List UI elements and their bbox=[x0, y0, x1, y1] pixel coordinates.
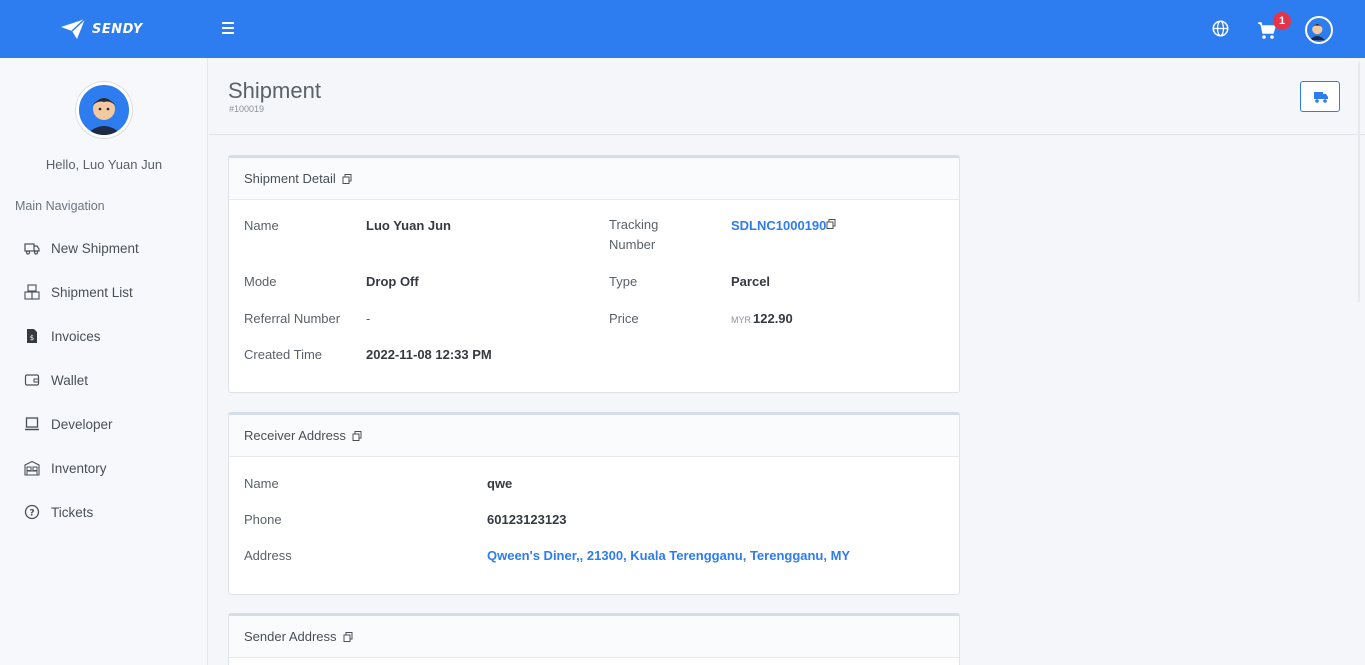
created-time-label: Created Time bbox=[244, 347, 323, 362]
type-value: Parcel bbox=[731, 274, 771, 289]
brand-logo[interactable]: SENDY bbox=[60, 18, 143, 40]
shipment-detail-card: Shipment Detail Name Luo Yuan Jun Tracki… bbox=[228, 155, 960, 393]
sidebar-item-shipment-list[interactable]: Shipment List bbox=[0, 270, 208, 314]
receiver-name-label: Name bbox=[244, 476, 279, 491]
cart-count-badge: 1 bbox=[1273, 12, 1291, 30]
menu-toggle-icon[interactable] bbox=[222, 22, 234, 34]
card-title: Shipment Detail bbox=[244, 171, 336, 186]
currency-code: MYR bbox=[731, 315, 751, 325]
price-amount: 122.90 bbox=[753, 311, 793, 326]
sidebar-item-developer[interactable]: Developer bbox=[0, 402, 208, 446]
svg-text:?: ? bbox=[29, 509, 34, 519]
sidebar-item-tickets[interactable]: ? Tickets bbox=[0, 490, 208, 534]
name-label: Name bbox=[244, 218, 279, 233]
wallet-icon bbox=[24, 374, 40, 386]
sidebar-item-label: Tickets bbox=[51, 504, 94, 520]
mode-label: Mode bbox=[244, 274, 277, 289]
receiver-address-link[interactable]: Qween's Diner,, 21300, Kuala Terengganu,… bbox=[487, 548, 850, 563]
card-header: Receiver Address bbox=[229, 415, 959, 457]
track-shipment-button[interactable] bbox=[1300, 81, 1340, 112]
sidebar-item-label: New Shipment bbox=[51, 240, 139, 256]
warehouse-icon bbox=[24, 460, 40, 476]
shipment-id: #100019 bbox=[229, 104, 265, 114]
copy-icon[interactable] bbox=[352, 430, 362, 441]
sidebar-item-new-shipment[interactable]: New Shipment bbox=[0, 226, 208, 270]
card-header: Shipment Detail bbox=[229, 158, 959, 200]
brand-name: SENDY bbox=[92, 21, 143, 37]
type-label: Type bbox=[609, 274, 638, 289]
receiver-name-value: qwe bbox=[487, 476, 513, 491]
sidebar-item-label: Shipment List bbox=[51, 284, 133, 300]
shipping-truck-icon bbox=[1314, 92, 1328, 103]
user-avatar[interactable] bbox=[1305, 16, 1333, 44]
scrollbar[interactable] bbox=[1358, 62, 1360, 302]
sidebar-item-inventory[interactable]: Inventory bbox=[0, 446, 208, 490]
created-time-value: 2022-11-08 12:33 PM bbox=[366, 347, 492, 362]
receiver-phone-label: Phone bbox=[244, 512, 282, 527]
sidebar-item-label: Inventory bbox=[51, 460, 107, 476]
invoice-icon: $ bbox=[27, 329, 37, 343]
referral-value: - bbox=[366, 311, 371, 326]
tracking-number-link[interactable]: SDLNC1000190 bbox=[731, 218, 826, 233]
tracking-number-label: Tracking Number bbox=[609, 217, 659, 252]
profile-avatar[interactable] bbox=[76, 82, 132, 138]
boxes-icon bbox=[24, 284, 40, 300]
globe-icon[interactable] bbox=[1212, 20, 1229, 37]
sidebar: Hello, Luo Yuan Jun Main Navigation New … bbox=[0, 58, 208, 665]
paper-plane-icon bbox=[61, 18, 86, 39]
card-title: Receiver Address bbox=[244, 428, 346, 443]
mode-value: Drop Off bbox=[366, 274, 419, 289]
copy-icon[interactable] bbox=[342, 173, 352, 184]
sidebar-item-label: Invoices bbox=[51, 328, 101, 344]
top-navbar: SENDY 1 bbox=[0, 0, 1365, 58]
card-title: Sender Address bbox=[244, 629, 337, 644]
page-title: Shipment bbox=[228, 78, 321, 103]
truck-icon bbox=[24, 243, 40, 255]
card-header: Sender Address bbox=[229, 616, 959, 658]
sidebar-item-invoices[interactable]: $ Invoices bbox=[0, 314, 208, 358]
sender-address-card: Sender Address bbox=[228, 613, 960, 665]
sidebar-item-label: Developer bbox=[51, 416, 113, 432]
receiver-address-label: Address bbox=[244, 548, 292, 563]
copy-icon[interactable] bbox=[343, 631, 353, 642]
greeting-text: Hello, Luo Yuan Jun bbox=[45, 157, 163, 172]
copy-icon[interactable] bbox=[826, 219, 836, 229]
nav-heading: Main Navigation bbox=[15, 199, 105, 213]
price-label: Price bbox=[609, 311, 639, 326]
sidebar-item-label: Wallet bbox=[51, 372, 89, 388]
referral-label: Referral Number bbox=[244, 311, 341, 326]
help-circle-icon: ? bbox=[24, 504, 40, 520]
laptop-icon bbox=[25, 417, 39, 431]
content-header: Shipment #100019 bbox=[209, 58, 1365, 135]
main-navigation: New Shipment Shipment List $ Invoices Wa… bbox=[0, 226, 208, 534]
svg-text:$: $ bbox=[30, 334, 34, 342]
receiver-phone-value: 60123123123 bbox=[487, 512, 567, 527]
receiver-address-card: Receiver Address Name qwe Phone 60123123… bbox=[228, 412, 960, 595]
price-value: MYR 122.90 bbox=[731, 311, 793, 326]
sidebar-item-wallet[interactable]: Wallet bbox=[0, 358, 208, 402]
name-value: Luo Yuan Jun bbox=[366, 218, 451, 233]
